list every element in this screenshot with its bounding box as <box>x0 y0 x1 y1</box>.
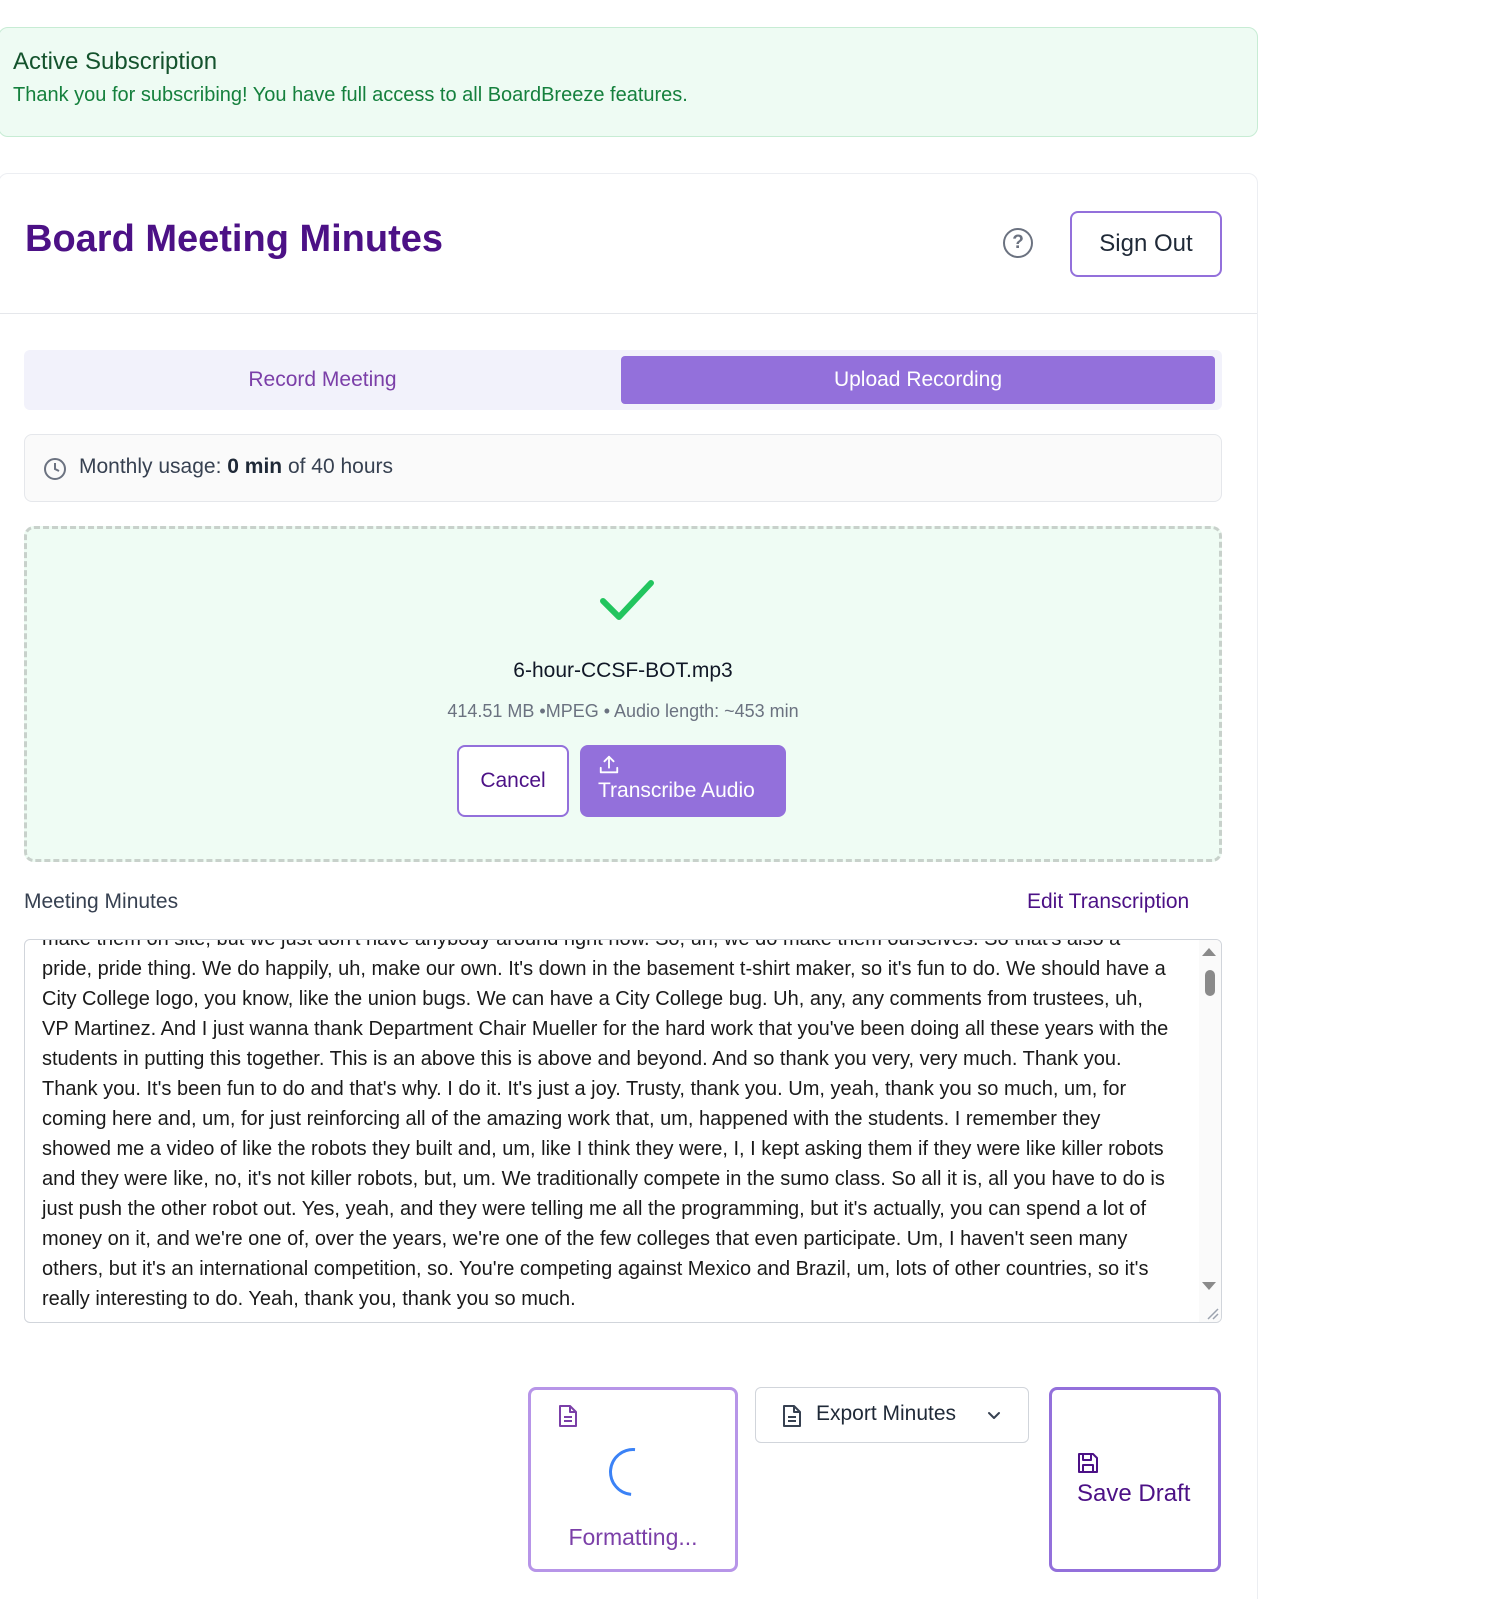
transcript-text[interactable]: make them on site, but we just don't hav… <box>42 940 1172 1314</box>
tab-upload-recording[interactable]: Upload Recording <box>621 356 1215 404</box>
format-minutes-button[interactable]: Formatting... <box>528 1387 738 1572</box>
clock-icon <box>44 458 66 480</box>
check-icon <box>600 580 654 620</box>
loading-spinner-icon <box>599 1438 667 1506</box>
resize-handle-icon[interactable] <box>1205 1306 1219 1320</box>
file-meta: 414.51 MB •MPEG • Audio length: ~453 min <box>447 701 799 721</box>
usage-prefix: Monthly usage: <box>79 455 228 478</box>
banner-message: Thank you for subscribing! You have full… <box>13 84 688 106</box>
sign-out-button[interactable]: Sign Out <box>1070 211 1222 277</box>
file-name: 6-hour-CCSF-BOT.mp3 <box>513 659 733 682</box>
transcribe-audio-button[interactable]: Transcribe Audio <box>580 745 786 817</box>
page-title: Board Meeting Minutes <box>25 218 444 260</box>
upload-dropzone[interactable]: 6-hour-CCSF-BOT.mp3 414.51 MB •MPEG • Au… <box>24 526 1222 862</box>
question-circle-icon[interactable]: ? <box>1003 228 1033 258</box>
subscription-banner: Active Subscription Thank you for subscr… <box>0 27 1258 137</box>
export-minutes-label: Export Minutes <box>816 1402 957 1425</box>
meeting-minutes-label: Meeting Minutes <box>24 890 179 913</box>
textarea-scrollbar[interactable] <box>1199 940 1221 1322</box>
minutes-textarea[interactable]: make them on site, but we just don't hav… <box>24 939 1222 1323</box>
cancel-button[interactable]: Cancel <box>457 745 569 817</box>
scroll-thumb[interactable] <box>1205 970 1215 996</box>
chevron-down-icon <box>988 1412 1000 1419</box>
banner-title: Active Subscription <box>13 48 218 75</box>
minutes-card: Board Meeting Minutes ? Sign Out Record … <box>0 173 1258 1599</box>
document-icon <box>783 1405 801 1427</box>
save-icon <box>1078 1453 1098 1473</box>
usage-text: Monthly usage: 0 min of 40 hours <box>79 455 393 479</box>
document-icon <box>559 1405 577 1427</box>
formatting-label: Formatting... <box>568 1524 698 1550</box>
scroll-down-arrow-icon[interactable] <box>1202 1282 1216 1290</box>
edit-transcription-link[interactable]: Edit Transcription <box>1027 890 1189 914</box>
upload-icon <box>599 755 619 774</box>
usage-box: Monthly usage: 0 min of 40 hours <box>24 434 1222 502</box>
transcribe-audio-label: Transcribe Audio <box>598 779 755 802</box>
card-header: Board Meeting Minutes ? Sign Out <box>0 174 1257 314</box>
mode-tabs: Record Meeting Upload Recording <box>24 350 1222 410</box>
save-draft-button[interactable]: Save Draft <box>1049 1387 1221 1572</box>
usage-used: 0 min <box>227 455 283 478</box>
scroll-up-arrow-icon[interactable] <box>1202 948 1216 956</box>
export-minutes-button[interactable]: Export Minutes <box>755 1387 1029 1443</box>
tab-record-meeting[interactable]: Record Meeting <box>30 356 615 404</box>
usage-suffix: of 40 hours <box>282 455 394 478</box>
save-draft-label: Save Draft <box>1077 1480 1191 1507</box>
